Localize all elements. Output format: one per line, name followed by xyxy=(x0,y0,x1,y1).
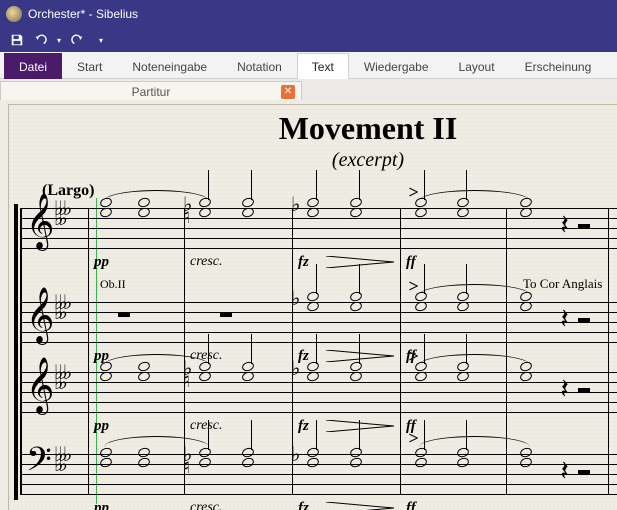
score-page[interactable]: Movement II (excerpt) (Largo) Ob.II To C… xyxy=(8,104,617,510)
accidental-natural[interactable]: ♮ xyxy=(183,368,190,393)
document-tab-bar: Partitur ✕ xyxy=(0,79,617,102)
undo-button[interactable] xyxy=(30,30,52,50)
dynamic-pp[interactable]: pp xyxy=(94,254,109,271)
ribbon-tabs: Datei Start Noteneingabe Notation Text W… xyxy=(0,52,617,79)
tab-notation[interactable]: Notation xyxy=(222,53,297,79)
half-rest[interactable] xyxy=(578,470,590,475)
score-viewport[interactable]: Movement II (excerpt) (Largo) Ob.II To C… xyxy=(0,100,617,510)
score-title[interactable]: Movement II xyxy=(8,110,617,147)
dynamic-fz[interactable]: fz xyxy=(298,500,309,510)
tie[interactable] xyxy=(419,284,530,295)
tab-erscheinung[interactable]: Erscheinung xyxy=(510,53,607,79)
accidental-flat[interactable]: ♭ xyxy=(291,356,300,381)
save-icon xyxy=(10,33,24,47)
accidental-flat[interactable]: ♭ xyxy=(291,192,300,217)
document-tab[interactable]: Partitur ✕ xyxy=(0,81,302,102)
tab-label: Text xyxy=(312,60,334,74)
treble-clef[interactable]: 𝄞 xyxy=(26,194,54,250)
tab-file-label: Datei xyxy=(19,60,47,74)
redo-button[interactable] xyxy=(66,30,88,50)
key-signature[interactable]: ♭♭♭ ♭♭ xyxy=(54,298,67,318)
tab-label: Wiedergabe xyxy=(364,60,429,74)
barline[interactable] xyxy=(608,208,609,494)
tab-layout[interactable]: Layout xyxy=(444,53,510,79)
quarter-rest[interactable]: 𝄽 xyxy=(560,304,569,336)
close-icon[interactable]: ✕ xyxy=(281,85,295,99)
quarter-rest[interactable]: 𝄽 xyxy=(560,374,569,406)
barline[interactable] xyxy=(88,208,89,494)
quarter-rest[interactable]: 𝄽 xyxy=(560,210,569,242)
app-icon xyxy=(6,6,22,22)
undo-icon xyxy=(34,33,48,47)
tab-label: Noteneingabe xyxy=(132,60,207,74)
tab-wiedergabe[interactable]: Wiedergabe xyxy=(349,53,444,79)
accidental-natural[interactable]: ♮ xyxy=(183,204,190,229)
accidental-flat[interactable]: ♭ xyxy=(291,286,300,311)
tie[interactable] xyxy=(419,190,530,201)
half-rest[interactable] xyxy=(578,318,590,323)
accent-mark[interactable]: > xyxy=(409,182,419,203)
tab-text[interactable]: Text xyxy=(297,53,349,79)
key-signature[interactable]: ♭♭♭ ♭♭ xyxy=(54,450,67,470)
dynamic-ff[interactable]: ff xyxy=(406,254,416,271)
instrument-change-text[interactable]: To Cor Anglais xyxy=(523,276,602,292)
barline[interactable] xyxy=(400,208,401,494)
tab-noteneingabe[interactable]: Noteneingabe xyxy=(117,53,222,79)
tab-label: Start xyxy=(77,60,102,74)
bass-clef[interactable]: 𝄢 xyxy=(26,440,52,487)
system-bracket xyxy=(14,204,18,500)
save-button[interactable] xyxy=(6,30,28,50)
dynamic-ff[interactable]: ff xyxy=(406,500,416,510)
score-subtitle[interactable]: (excerpt) xyxy=(8,149,617,172)
tie[interactable] xyxy=(419,436,530,447)
dynamic-fz[interactable]: fz xyxy=(298,418,309,435)
redo-icon xyxy=(70,33,84,47)
document-tab-label: Partitur xyxy=(132,85,171,99)
key-signature[interactable]: ♭♭♭ ♭♭ xyxy=(54,368,67,388)
whole-rest[interactable] xyxy=(220,312,232,317)
accent-mark[interactable]: > xyxy=(409,276,419,297)
tie[interactable] xyxy=(104,436,209,447)
tab-label: Erscheinung xyxy=(525,60,592,74)
hairpin-decresc[interactable] xyxy=(326,502,394,510)
accent-mark[interactable]: > xyxy=(409,428,419,449)
tab-label: Layout xyxy=(459,60,495,74)
dynamic-pp[interactable]: pp xyxy=(94,500,109,510)
tie[interactable] xyxy=(104,190,209,201)
treble-clef[interactable]: 𝄞 xyxy=(26,288,54,344)
half-rest[interactable] xyxy=(578,388,590,393)
title-bar: Orchester* - Sibelius xyxy=(0,0,617,28)
accidental-flat[interactable]: ♭ xyxy=(291,442,300,467)
dynamic-pp[interactable]: pp xyxy=(94,418,109,435)
qat-more[interactable]: ▾ xyxy=(90,30,112,50)
expression-cresc[interactable]: cresc. xyxy=(190,254,223,270)
expression-cresc[interactable]: cresc. xyxy=(190,500,223,510)
instrument-label-ob2[interactable]: Ob.II xyxy=(100,277,126,292)
quick-access-toolbar: ▾ ▾ xyxy=(0,28,617,52)
tab-label: Notation xyxy=(237,60,282,74)
expression-cresc[interactable]: cresc. xyxy=(190,418,223,434)
dynamic-fz[interactable]: fz xyxy=(298,254,309,271)
tab-start[interactable]: Start xyxy=(62,53,117,79)
tie[interactable] xyxy=(419,354,530,365)
tab-file[interactable]: Datei xyxy=(4,53,62,79)
window-title: Orchester* - Sibelius xyxy=(28,7,138,21)
key-signature[interactable]: ♭♭♭ ♭♭ xyxy=(54,204,67,224)
undo-dropdown[interactable]: ▾ xyxy=(54,30,64,50)
accent-mark[interactable]: > xyxy=(409,346,419,367)
barline[interactable] xyxy=(506,208,507,494)
whole-rest[interactable] xyxy=(118,312,130,317)
half-rest[interactable] xyxy=(578,224,590,229)
accidental-natural[interactable]: ♮ xyxy=(183,454,190,479)
treble-clef[interactable]: 𝄞 xyxy=(26,358,54,414)
system-barline xyxy=(20,208,22,494)
quarter-rest[interactable]: 𝄽 xyxy=(560,456,569,488)
